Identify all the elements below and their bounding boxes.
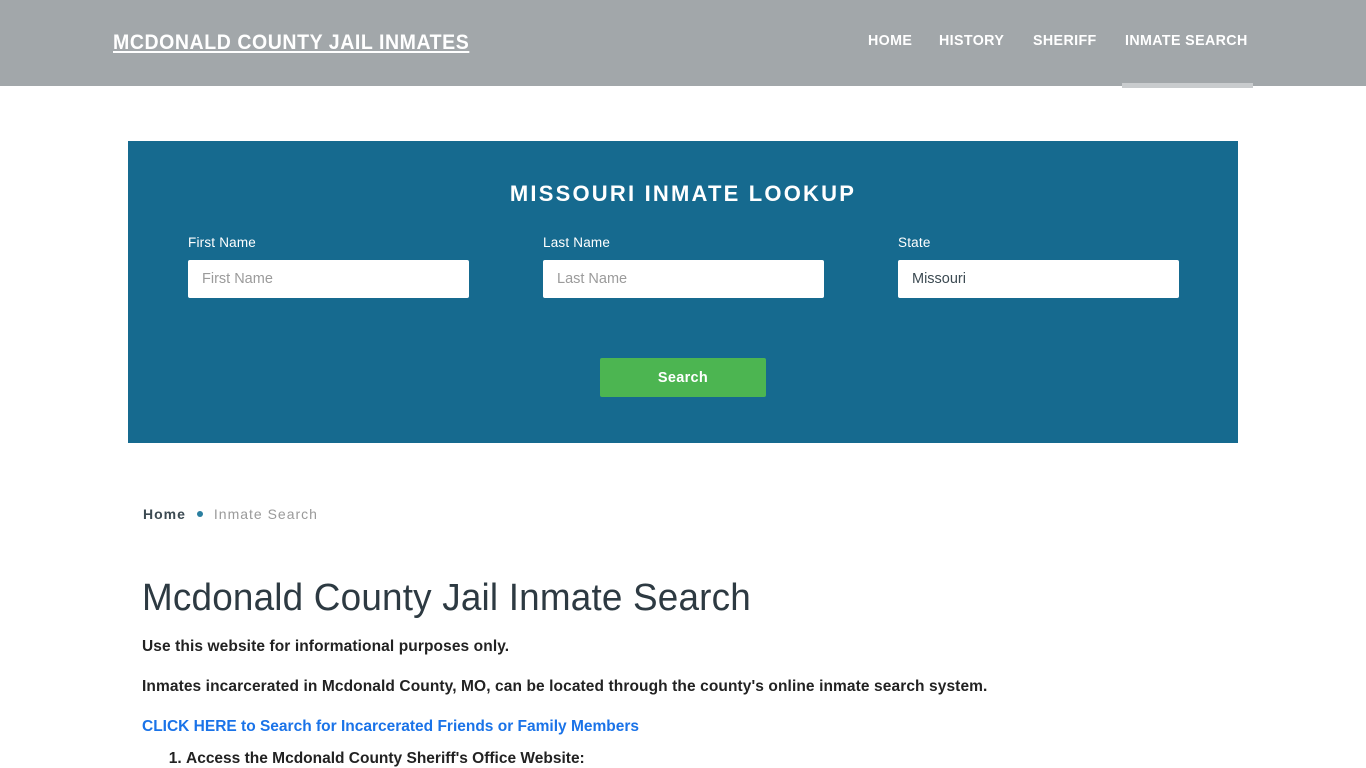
search-cta-link[interactable]: CLICK HERE to Search for Incarcerated Fr… (142, 718, 639, 736)
main-navigation: Home History Sheriff Inmate Search (868, 32, 1254, 49)
last-name-label: Last Name (543, 235, 611, 250)
nav-item-sheriff[interactable]: Sheriff (1033, 32, 1097, 49)
nav-item-home[interactable]: Home (868, 32, 912, 49)
breadcrumb-separator-dot-icon (196, 511, 203, 517)
page-title: Mcdonald County Jail Inmate Search (142, 577, 751, 619)
breadcrumb-home[interactable]: Home (143, 506, 186, 522)
first-name-label: First Name (188, 235, 257, 250)
state-field-group: State (898, 235, 1179, 298)
nav-active-indicator (1122, 83, 1253, 88)
search-button[interactable]: Search (600, 358, 766, 397)
state-label: State (898, 235, 931, 250)
lookup-panel-title: Missouri Inmate Lookup (509, 181, 857, 206)
list-item: Access the Mcdonald County Sheriff's Off… (186, 750, 585, 768)
last-name-field-group: Last Name (543, 235, 824, 298)
inmate-lookup-panel: Missouri Inmate Lookup First Name Last N… (128, 141, 1238, 443)
intro-paragraph-1: Use this website for informational purpo… (142, 638, 510, 655)
steps-list: Access the Mcdonald County Sheriff's Off… (142, 750, 585, 768)
state-input[interactable] (898, 260, 1179, 298)
first-name-field-group: First Name (188, 235, 469, 298)
first-name-input[interactable] (188, 260, 469, 298)
breadcrumb-current: Inmate Search (213, 506, 318, 522)
site-header: Mcdonald County Jail Inmates Home Histor… (0, 0, 1366, 88)
intro-paragraph-2: Inmates incarcerated in Mcdonald County,… (142, 678, 988, 695)
nav-item-inmate-search[interactable]: Inmate Search (1125, 32, 1248, 49)
last-name-input[interactable] (543, 260, 824, 298)
nav-item-history[interactable]: History (939, 32, 1004, 49)
breadcrumb: Home Inmate Search (143, 506, 318, 522)
site-brand-title[interactable]: Mcdonald County Jail Inmates (113, 31, 469, 55)
